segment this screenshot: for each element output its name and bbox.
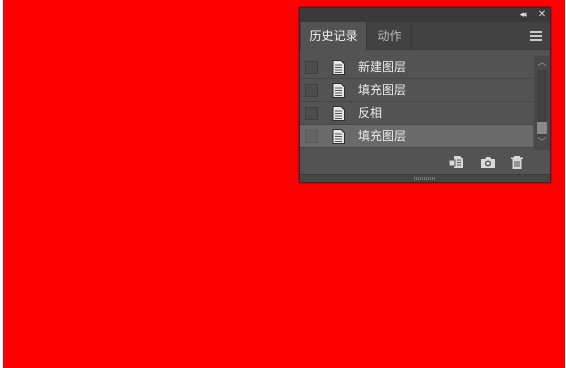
history-item[interactable]: 新建图层 [300,56,533,79]
camera-icon[interactable] [479,154,497,170]
history-item-label: 反相 [358,106,383,120]
chevron-up-icon[interactable]: ︿ [534,57,550,69]
new-document-from-state-icon[interactable] [448,154,466,170]
document-icon [332,129,345,144]
history-item-label: 填充图层 [358,129,407,143]
close-icon[interactable]: ✕ [535,9,549,21]
document-icon [332,83,345,98]
history-item[interactable]: 填充图层 [300,79,533,102]
history-brush-source-checkbox[interactable] [305,84,318,97]
history-brush-source-checkbox[interactable] [305,107,318,120]
history-brush-source-checkbox[interactable] [305,61,318,74]
panel-resize-grip[interactable] [300,174,550,182]
tab-actions[interactable]: 动作 [368,22,412,50]
history-brush-source-checkbox[interactable] [305,130,318,143]
document-icon [332,106,345,121]
panel-title-bar[interactable]: ◂◂ ✕ [300,8,550,22]
scroll-track[interactable] [537,70,547,136]
document-icon [332,60,345,75]
double-chevron-left-icon[interactable]: ◂◂ [515,9,529,21]
panel-tab-bar: 历史记录 动作 [300,22,550,50]
grip-dots-icon[interactable] [414,177,436,180]
history-scrollbar[interactable]: ︿ ﹀ [534,56,550,150]
history-list: 新建图层 填充图层 反相 填充图层 [300,56,533,150]
trash-icon[interactable] [508,154,526,170]
history-footer [300,150,550,174]
tab-history[interactable]: 历史记录 [301,22,367,50]
scroll-thumb[interactable] [537,122,547,134]
hamburger-menu-icon[interactable] [530,31,542,41]
history-item-selected[interactable]: 填充图层 [300,125,533,148]
history-item-label: 填充图层 [358,83,407,97]
chevron-down-icon[interactable]: ﹀ [534,137,550,149]
history-panel: ◂◂ ✕ 历史记录 动作 新建图层 填充图层 反相 填充图层 ︿ ﹀ [299,7,551,183]
history-item-label: 新建图层 [358,60,407,74]
history-item[interactable]: 反相 [300,102,533,125]
